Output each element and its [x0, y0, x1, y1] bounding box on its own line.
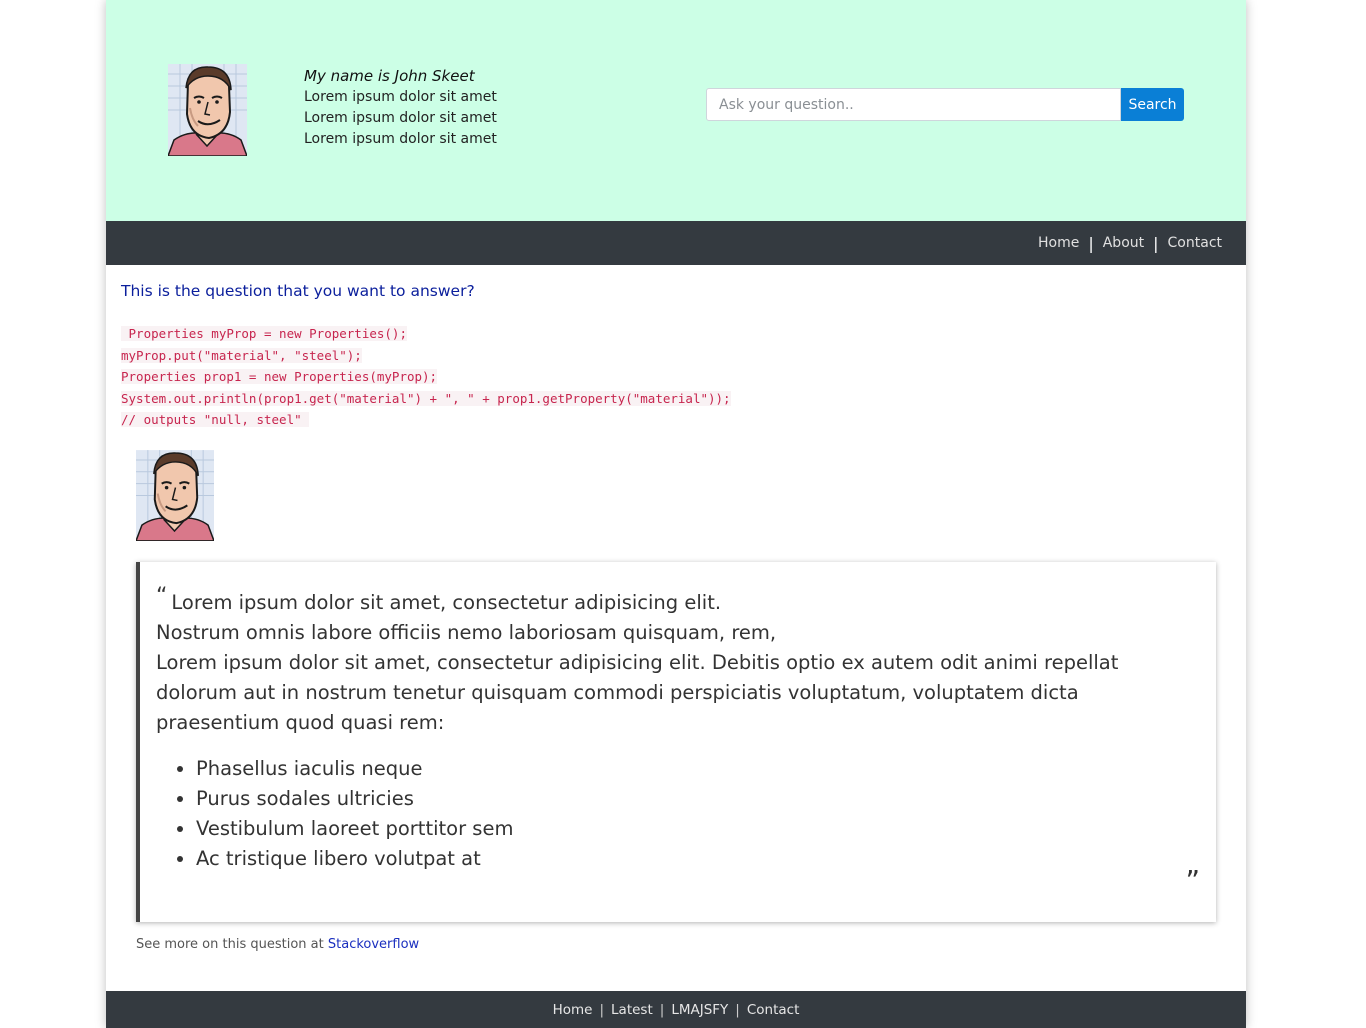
footer-separator: | [735, 1001, 740, 1018]
profile-line: Lorem ipsum dolor sit amet [304, 131, 497, 147]
profile-avatar [168, 64, 247, 156]
close-quote-icon: ” [1185, 864, 1200, 897]
site-header: My name is John Skeet Lorem ipsum dolor … [106, 0, 1246, 221]
list-item: Ac tristique libero volutpat at [196, 844, 1196, 874]
list-item: Vestibulum laoreet porttitor sem [196, 814, 1196, 844]
site-footer: Home | Latest | LMAJSFY | Contact [106, 991, 1246, 1028]
nav-separator: | [1153, 233, 1159, 253]
footer-link-latest[interactable]: Latest [611, 1002, 653, 1018]
footer-link-home[interactable]: Home [553, 1002, 593, 1018]
answer-text: Lorem ipsum dolor sit amet, consectetur … [171, 591, 722, 614]
code-line: Properties prop1 = new Properties(myProp… [121, 369, 438, 384]
search-form: Search [706, 88, 1184, 121]
answer-quote: “Lorem ipsum dolor sit amet, consectetur… [136, 562, 1216, 922]
code-block: Properties myProp = new Properties(); my… [121, 323, 731, 431]
answerer-avatar [136, 450, 214, 541]
open-quote-icon: “ [156, 584, 168, 609]
profile-info: My name is John Skeet Lorem ipsum dolor … [304, 66, 497, 150]
stackoverflow-link[interactable]: Stackoverflow [328, 937, 419, 952]
code-line: Properties myProp = new Properties(); [121, 326, 407, 341]
nav-separator: | [1088, 233, 1094, 253]
profile-name: My name is John Skeet [304, 67, 475, 85]
footer-separator: | [599, 1001, 605, 1018]
list-item: Purus sodales ultricies [196, 784, 1196, 814]
footer-link-contact[interactable]: Contact [747, 1002, 800, 1018]
answer-list: Phasellus iaculis neque Purus sodales ul… [156, 754, 1196, 874]
answer-first-line: “Lorem ipsum dolor sit amet, consectetur… [156, 582, 1196, 618]
see-more: See more on this question at Stackoverfl… [136, 937, 419, 952]
avatar-image [168, 64, 247, 156]
nav-link-contact[interactable]: Contact [1168, 235, 1222, 251]
nav-link-about[interactable]: About [1103, 235, 1144, 251]
answer-text: Nostrum omnis labore officiis nemo labor… [156, 621, 777, 644]
code-line: System.out.println(prop1.get("material")… [121, 390, 731, 406]
question-title: This is the question that you want to an… [121, 282, 475, 300]
search-button[interactable]: Search [1121, 88, 1184, 121]
footer-link-lmajsfy[interactable]: LMAJSFY [671, 1002, 728, 1018]
main-nav: Home | About | Contact [106, 221, 1246, 265]
page-container: My name is John Skeet Lorem ipsum dolor … [106, 0, 1246, 1028]
avatar-image [136, 450, 214, 541]
search-input[interactable] [706, 88, 1121, 121]
answer-text: Lorem ipsum dolor sit amet, consectetur … [156, 651, 1119, 734]
code-line: // outputs "null, steel" [121, 412, 310, 427]
nav-link-home[interactable]: Home [1038, 235, 1079, 251]
list-item: Phasellus iaculis neque [196, 754, 1196, 784]
profile-line: Lorem ipsum dolor sit amet [304, 110, 497, 126]
footer-separator: | [659, 1001, 665, 1018]
profile-line: Lorem ipsum dolor sit amet [304, 89, 497, 105]
see-more-text: See more on this question at [136, 937, 324, 952]
code-line: myProp.put("material", "steel"); [121, 347, 362, 363]
